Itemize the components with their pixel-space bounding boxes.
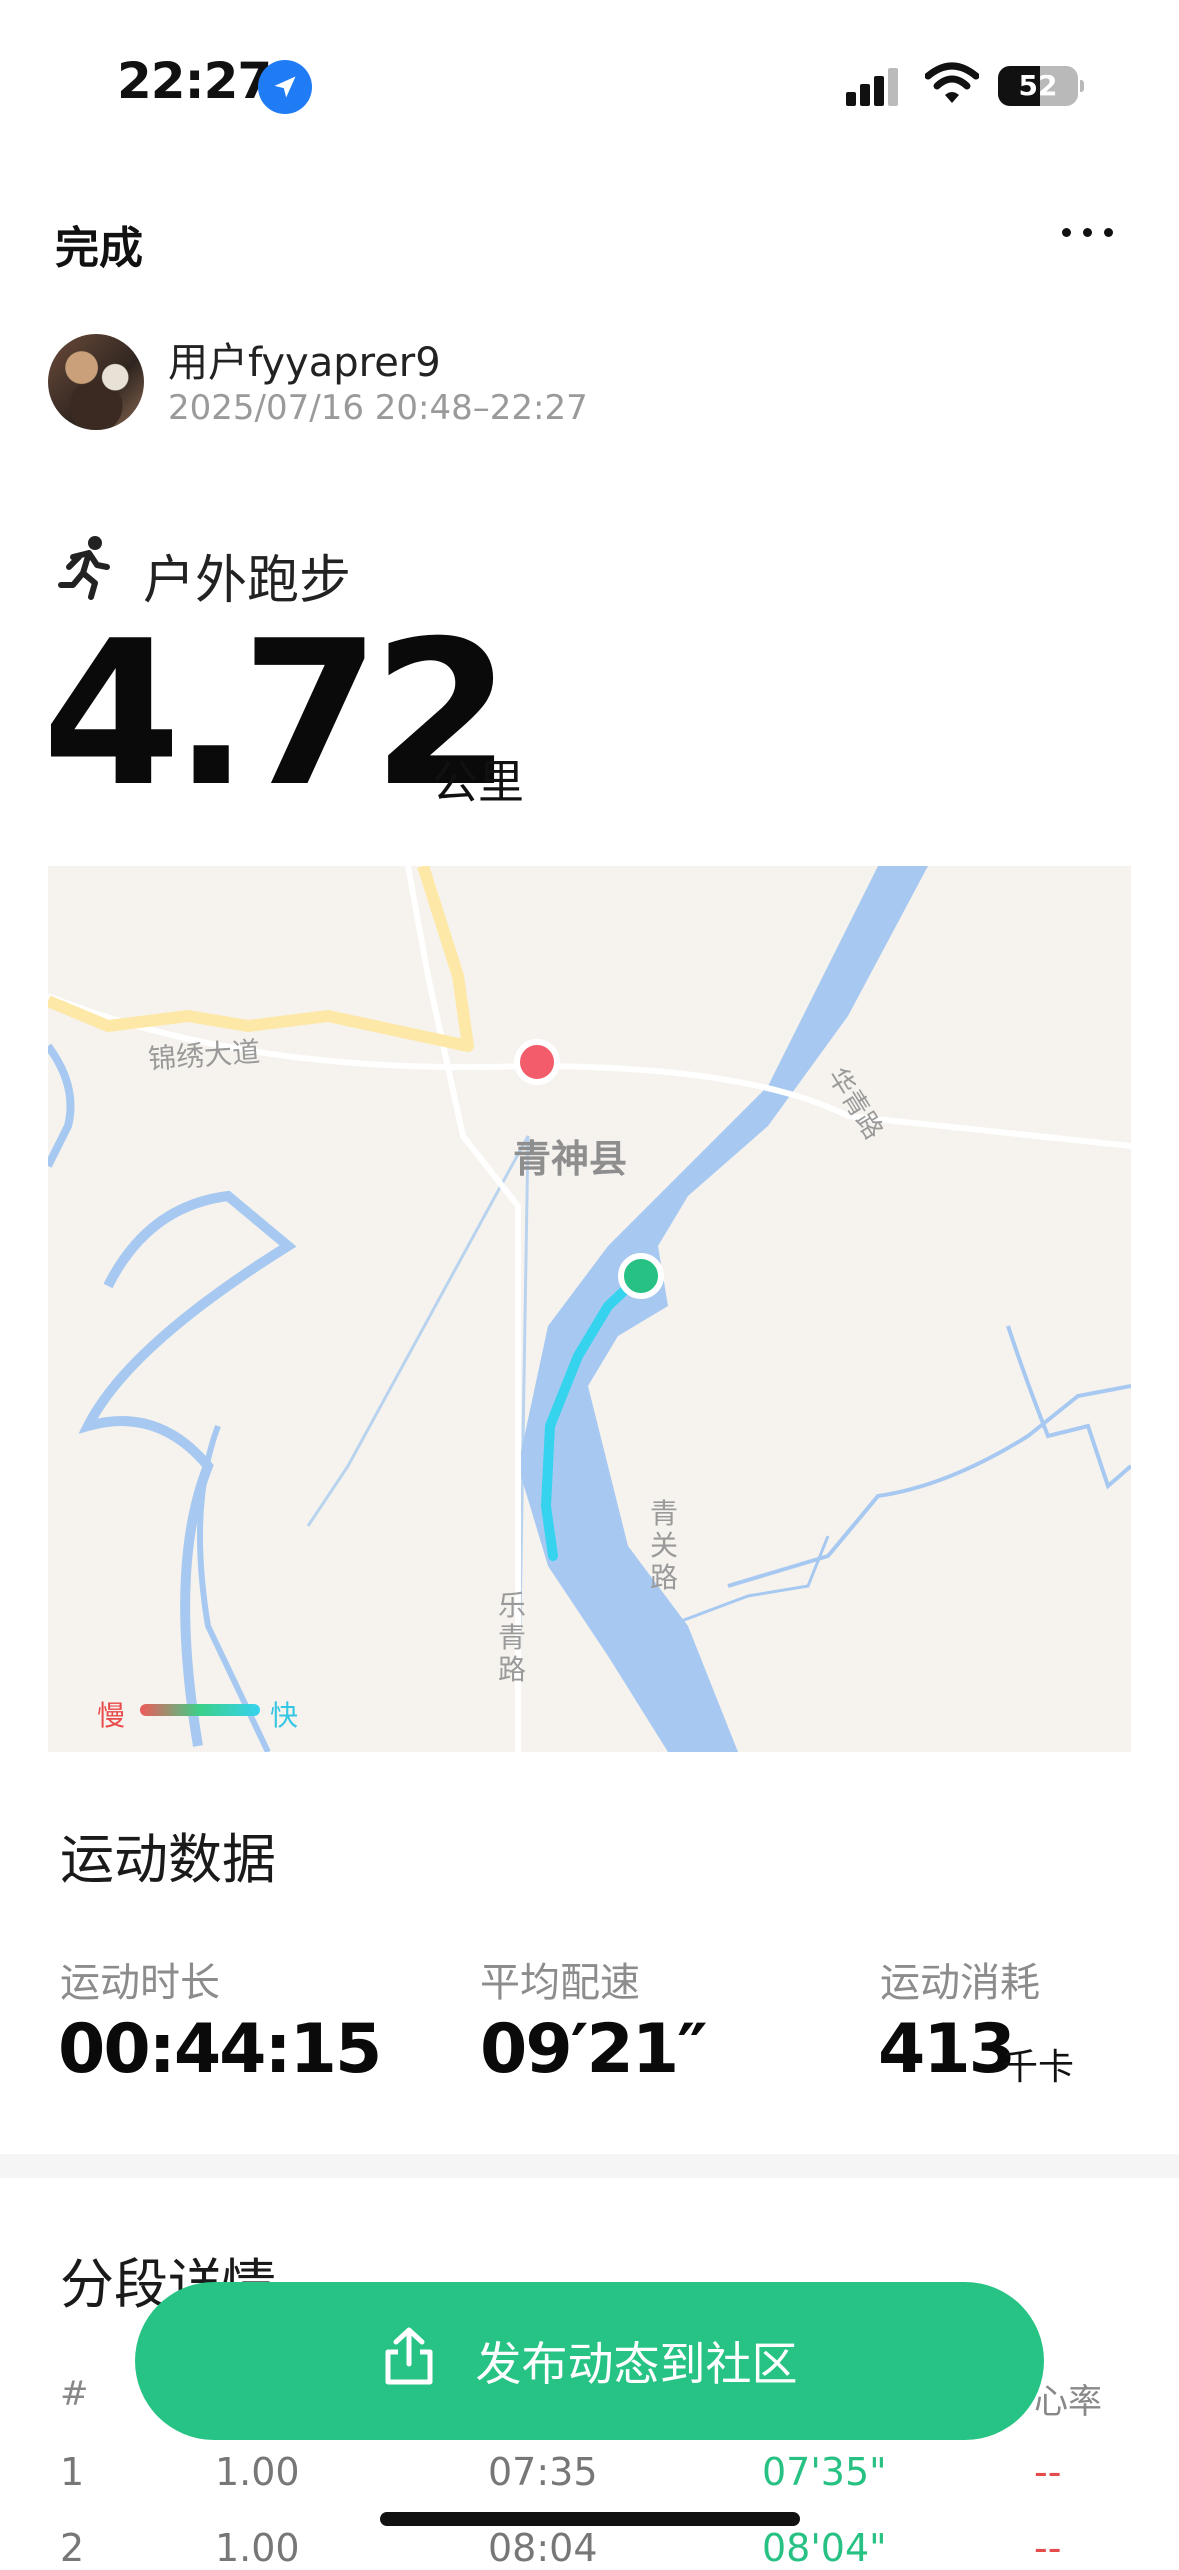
split-row-2-hr: -- (1034, 2526, 1062, 2570)
running-icon (55, 535, 115, 605)
split-row-1-index: 1 (60, 2450, 85, 2494)
split-row-2-km: 1.00 (215, 2526, 300, 2570)
battery-level: 52 (1018, 69, 1058, 102)
publish-to-community-button[interactable]: 发布动态到社区 (135, 2282, 1044, 2440)
duration-value: 00:44:15 (58, 2010, 382, 2089)
more-horizontal-icon[interactable] (1062, 228, 1113, 237)
splits-header-index: # (60, 2374, 89, 2414)
cellular-signal-icon (846, 66, 902, 106)
split-row-2-index: 2 (60, 2526, 85, 2570)
calories-value: 413 (878, 2010, 1016, 2089)
split-row-1-km: 1.00 (215, 2450, 300, 2494)
duration-label: 运动时长 (60, 1960, 220, 2006)
section-divider (0, 2154, 1179, 2178)
map-label-road-1: 锦绣大道 (147, 1035, 262, 1076)
avatar[interactable] (48, 334, 144, 430)
activity-time-range: 2025/07/16 20:48–22:27 (168, 388, 588, 428)
split-row-1-hr: -- (1034, 2450, 1062, 2494)
battery-tip (1080, 80, 1084, 92)
route-map[interactable]: 锦绣大道 青神县 华青路 青关路 乐青路 (48, 866, 1131, 1752)
battery-icon: 52 (998, 66, 1078, 106)
split-row-1-time: 07:35 (488, 2450, 598, 2494)
legend-fast: 快 (270, 1699, 299, 1732)
split-row-1-pace: 07'35" (762, 2450, 887, 2494)
distance-unit: 公里 (432, 755, 524, 809)
stats-title: 运动数据 (60, 1828, 276, 1891)
split-row-2-time: 08:04 (488, 2526, 598, 2570)
split-row-2-pace: 08'04" (762, 2526, 887, 2570)
publish-label: 发布动态到社区 (475, 2338, 798, 2390)
map-label-road-3: 青关路 (650, 1497, 679, 1594)
wifi-icon (924, 62, 980, 110)
pace-legend-bar (140, 1704, 260, 1716)
calories-unit: 千卡 (1002, 2047, 1075, 2088)
map-label-road-4: 乐青路 (498, 1589, 527, 1686)
pace-value: 09′21″ (480, 2010, 708, 2089)
calories-label: 运动消耗 (880, 1960, 1040, 2006)
home-indicator[interactable] (380, 2512, 800, 2526)
user-name: 用户fyyaprer9 (168, 340, 441, 386)
map-label-town: 青神县 (513, 1137, 628, 1181)
legend-slow: 慢 (97, 1699, 126, 1732)
pace-label: 平均配速 (480, 1960, 640, 2006)
location-arrow-icon (258, 60, 312, 114)
share-icon (382, 2326, 436, 2397)
status-time: 22:27 (117, 52, 272, 110)
splits-header-hr: 心率 (1034, 2382, 1102, 2422)
done-button[interactable]: 完成 (55, 212, 143, 276)
